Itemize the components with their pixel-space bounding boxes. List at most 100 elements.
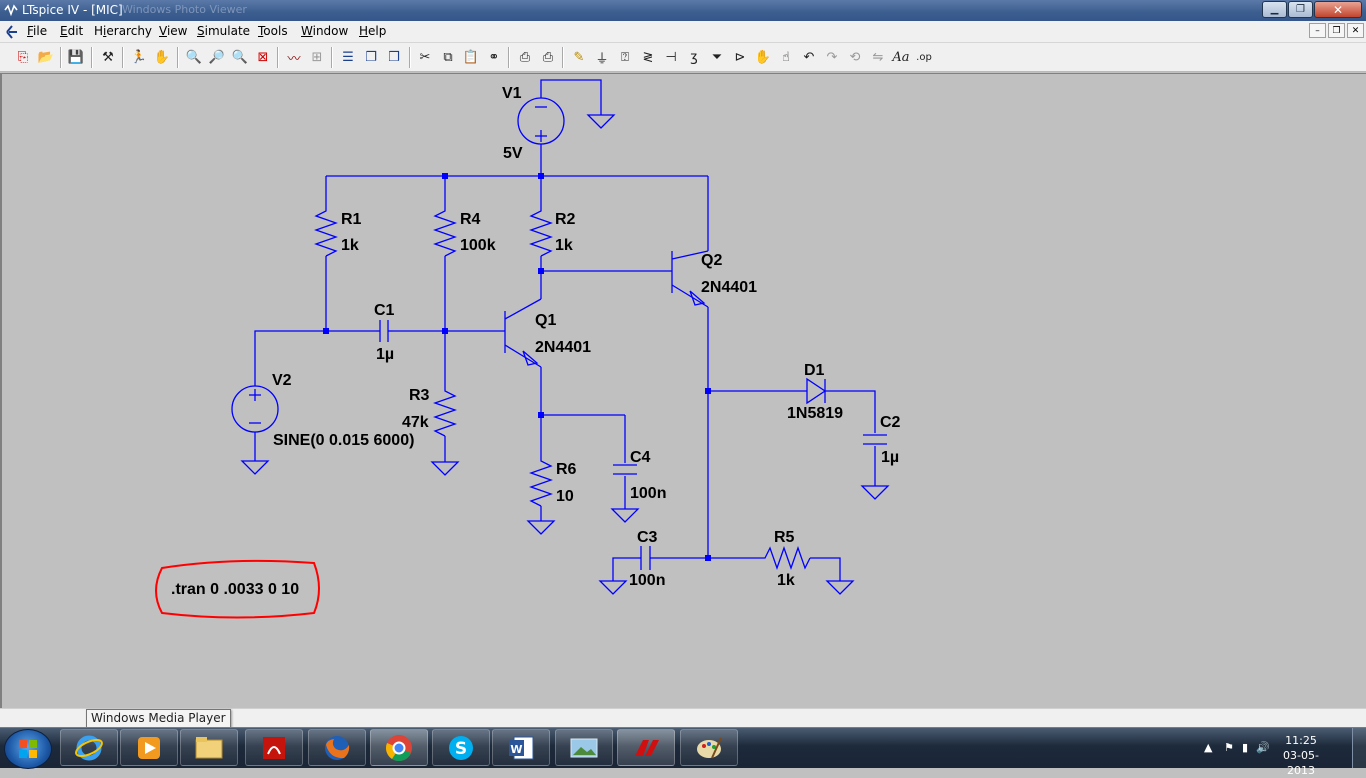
zoom-fit-button[interactable]: ⊠ [254, 48, 272, 66]
print-button[interactable]: ⎙ [539, 48, 557, 66]
draw-wire-button[interactable]: ✎ [570, 48, 588, 66]
schematic-canvas[interactable]: V1 5V R1 1k R4 100k R2 1k Q2 2N4401 C1 1… [0, 73, 1366, 708]
mirror-button[interactable]: ⇋ [869, 48, 887, 66]
menu-edit[interactable]: Edit [60, 24, 83, 38]
resistor-r2[interactable] [529, 206, 553, 257]
autorange-button[interactable]: 〰 [285, 48, 303, 67]
maximize-button[interactable]: ❐ [1288, 1, 1313, 18]
new-schematic-button[interactable]: ⎘ [14, 48, 32, 66]
resistor-r4[interactable] [433, 206, 457, 257]
ground-symbol[interactable] [430, 461, 460, 476]
capacitor-c3[interactable] [639, 546, 652, 570]
taskbar-windows-media-player[interactable] [120, 729, 178, 766]
zoom-out-button[interactable]: 🔍 [231, 48, 249, 66]
ground-symbol[interactable] [610, 508, 640, 523]
menu-view[interactable]: View [159, 24, 187, 38]
text-button[interactable]: Aa [892, 48, 910, 66]
taskbar-ltspice[interactable] [617, 729, 675, 766]
resistor-r6[interactable] [529, 456, 553, 507]
undo-button[interactable]: ↶ [800, 48, 818, 66]
ground-symbol[interactable] [825, 580, 855, 595]
run-button[interactable]: 🏃 [130, 48, 148, 66]
capacitor-c4[interactable] [613, 464, 637, 475]
ground-symbol[interactable] [240, 460, 270, 475]
close-button[interactable]: ✕ [1314, 1, 1362, 18]
tile-horizontal-button[interactable]: ☰ [339, 48, 357, 66]
taskbar-adobe-reader[interactable] [245, 729, 303, 766]
ground-symbol[interactable] [586, 114, 616, 129]
print-setup-button[interactable]: ⎙ [516, 48, 534, 66]
taskbar-file-explorer[interactable] [180, 729, 238, 766]
voltage-source-v2[interactable] [231, 385, 279, 433]
capacitor-c1[interactable] [376, 320, 393, 342]
taskbar-word[interactable]: W [492, 729, 550, 766]
menu-hierarchy[interactable]: Hierarchy [94, 24, 152, 38]
diode-d1[interactable] [806, 377, 827, 405]
tray-clock[interactable]: 11:25 03-05-2013 [1270, 733, 1332, 778]
pan-button[interactable]: 🔎 [208, 48, 226, 66]
halt-button[interactable]: ✋ [153, 48, 171, 66]
volume-icon[interactable]: 🔊 [1256, 741, 1270, 754]
rotate-button[interactable]: ⟲ [846, 48, 864, 66]
resistor-button[interactable]: ≷ [639, 48, 657, 66]
redo-button[interactable]: ↷ [823, 48, 841, 66]
menu-file[interactable]: File [27, 24, 47, 38]
control-panel-button[interactable]: ⚒ [99, 48, 117, 66]
drag-button[interactable]: ☝ [777, 48, 795, 66]
capacitor-button[interactable]: ⊣ [662, 48, 680, 66]
show-hidden-icons-button[interactable]: ▲ [1204, 741, 1212, 754]
ground-symbol[interactable] [598, 580, 628, 595]
move-button[interactable]: ✋ [754, 48, 772, 66]
mdi-restore-button[interactable]: ❐ [1328, 23, 1345, 38]
label-net-button[interactable]: ⍰ [616, 48, 634, 66]
paste-button[interactable]: 📋 [462, 48, 480, 66]
voltage-source-v1[interactable] [517, 97, 565, 145]
label-c3-name: C3 [637, 529, 658, 546]
ground-symbol[interactable] [860, 485, 890, 500]
taskbar-chrome[interactable] [370, 729, 428, 766]
capacitor-c2[interactable] [863, 434, 887, 445]
cut-button[interactable]: ✂ [416, 48, 434, 66]
menu-help[interactable]: Help [359, 24, 386, 38]
diode-button[interactable]: ⏷ [708, 48, 726, 66]
taskbar-photo-viewer[interactable] [555, 729, 613, 766]
network-icon[interactable]: ▮ [1242, 741, 1248, 754]
open-button[interactable]: 📂 [37, 48, 55, 66]
mdi-close-button[interactable]: ✕ [1347, 23, 1364, 38]
toolbar: ⎘ 📂 💾 ⚒ 🏃 ✋ 🔍 🔎 🔍 ⊠ 〰 ⊞ ☰ ❐ ❒ ✂ ⧉ 📋 ⚭ ⎙ … [0, 43, 1366, 72]
menu-window-rest: indow [312, 24, 349, 38]
menu-tools[interactable]: Tools [258, 24, 288, 38]
resistor-r3[interactable] [433, 386, 457, 437]
copy-button[interactable]: ⧉ [439, 48, 457, 66]
find-button[interactable]: ⚭ [485, 48, 503, 66]
toolbar-separator [177, 47, 179, 68]
menu-window[interactable]: Window [301, 24, 348, 38]
action-center-flag-icon[interactable]: ⚑ [1224, 741, 1234, 754]
taskbar-firefox[interactable] [308, 729, 366, 766]
inductor-button[interactable]: ʒ [685, 48, 703, 66]
taskbar-skype[interactable]: S [432, 729, 490, 766]
transistor-q1[interactable] [504, 298, 542, 368]
show-desktop-button[interactable] [1352, 728, 1366, 768]
cascade-button[interactable]: ❐ [362, 48, 380, 66]
minimize-button[interactable]: ▁ [1262, 1, 1287, 18]
spice-directive-button[interactable]: .op [915, 48, 933, 66]
mdi-minimize-button[interactable]: – [1309, 23, 1326, 38]
resistor-r1[interactable] [314, 206, 338, 257]
tile-vertical-button[interactable]: ❒ [385, 48, 403, 66]
start-button[interactable] [4, 729, 52, 769]
component-button[interactable]: ⊳ [731, 48, 749, 66]
ground-symbol[interactable] [526, 520, 556, 535]
zoom-out-icon: 🔍 [231, 49, 249, 65]
menu-simulate[interactable]: Simulate [197, 24, 250, 38]
taskbar-internet-explorer[interactable] [60, 729, 118, 766]
save-button[interactable]: 💾 [67, 48, 85, 66]
resistor-r5[interactable] [760, 546, 811, 570]
zoom-cancel-button[interactable]: ⊞ [308, 48, 326, 66]
taskbar-paint[interactable] [680, 729, 738, 766]
zoom-in-button[interactable]: 🔍 [185, 48, 203, 66]
ltspice-menu-icon[interactable] [4, 24, 20, 40]
paint-icon [697, 737, 722, 758]
ground-button[interactable]: ⏚ [593, 48, 611, 67]
spice-directive[interactable]: .tran 0 .0033 0 10 [171, 581, 299, 598]
